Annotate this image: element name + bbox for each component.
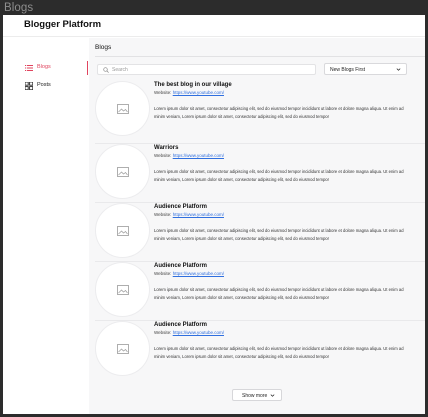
blog-description: Lorem ipsum dolor sit amet, consectetur … — [154, 287, 404, 300]
blog-website: Website: https://www.youtube.com/ — [154, 330, 224, 335]
blog-card[interactable]: Audience Platform Website: https://www.y… — [95, 262, 409, 319]
window-title: Blogs — [4, 2, 34, 14]
website-label: Website: — [154, 153, 172, 158]
top-header: Blogger Platform — [3, 15, 425, 37]
blog-description: Lorem ipsum dolor sit amet, consectetur … — [154, 106, 404, 119]
blog-thumbnail — [95, 203, 150, 258]
chevron-down-icon — [396, 68, 401, 71]
blog-website: Website: https://www.youtube.com/ — [154, 153, 224, 158]
blog-thumbnail — [95, 81, 150, 136]
website-link[interactable]: https://www.youtube.com/ — [173, 153, 224, 158]
brand-title: Blogger Platform — [24, 19, 102, 30]
sidebar-item-blogs[interactable]: Blogs — [3, 61, 88, 75]
website-label: Website: — [154, 212, 172, 217]
grid-icon — [25, 82, 33, 90]
divider — [95, 56, 425, 57]
blog-title[interactable]: Warriors — [154, 145, 178, 151]
blog-description: Lorem ipsum dolor sit amet, consectetur … — [154, 228, 404, 241]
list-icon — [25, 65, 33, 71]
blog-thumbnail — [95, 144, 150, 199]
search-icon — [103, 67, 109, 73]
main-content: Blogs New Blogs First The best blo — [89, 38, 425, 414]
blog-card[interactable]: Audience Platform Website: https://www.y… — [95, 321, 409, 378]
sidebar-item-label: Blogs — [37, 64, 51, 70]
sidebar-item-label: Posts — [37, 82, 51, 88]
sidebar: Blogs Posts — [3, 38, 88, 414]
website-label: Website: — [154, 330, 172, 335]
blog-card[interactable]: Audience Platform Website: https://www.y… — [95, 203, 409, 260]
blog-title[interactable]: Audience Platform — [154, 263, 207, 269]
show-more-button[interactable]: Show more — [232, 389, 282, 401]
show-more-label: Show more — [242, 393, 268, 399]
image-placeholder-icon — [117, 285, 129, 295]
blog-thumbnail — [95, 262, 150, 317]
blog-description: Lorem ipsum dolor sit amet, consectetur … — [154, 346, 404, 359]
blog-thumbnail — [95, 321, 150, 376]
blog-description: Lorem ipsum dolor sit amet, consectetur … — [154, 169, 404, 182]
blog-card[interactable]: Warriors Website: https://www.youtube.co… — [95, 144, 409, 201]
website-link[interactable]: https://www.youtube.com/ — [173, 90, 224, 95]
sort-select[interactable]: New Blogs First — [324, 63, 407, 75]
blog-title[interactable]: Audience Platform — [154, 322, 207, 328]
image-placeholder-icon — [117, 167, 129, 177]
active-indicator — [86, 61, 88, 75]
image-placeholder-icon — [117, 104, 129, 114]
website-label: Website: — [154, 271, 172, 276]
blog-title[interactable]: The best blog in our village — [154, 82, 232, 88]
search-box[interactable] — [97, 64, 316, 75]
blog-website: Website: https://www.youtube.com/ — [154, 212, 224, 217]
website-link[interactable]: https://www.youtube.com/ — [173, 330, 224, 335]
website-link[interactable]: https://www.youtube.com/ — [173, 271, 224, 276]
blog-title[interactable]: Audience Platform — [154, 204, 207, 210]
app-frame: Blogger Platform Blogs Posts Blogs Searc… — [3, 15, 425, 414]
sidebar-item-posts[interactable]: Posts — [3, 79, 88, 93]
image-placeholder-icon — [117, 344, 129, 354]
page-title: Blogs — [95, 44, 112, 51]
sort-select-value: New Blogs First — [330, 67, 366, 73]
chevron-down-icon — [270, 394, 275, 397]
search-input[interactable] — [112, 65, 302, 74]
blog-website: Website: https://www.youtube.com/ — [154, 271, 224, 276]
blog-card[interactable]: The best blog in our village Website: ht… — [95, 81, 409, 138]
image-placeholder-icon — [117, 226, 129, 236]
website-link[interactable]: https://www.youtube.com/ — [173, 212, 224, 217]
blog-website: Website: https://www.youtube.com/ — [154, 90, 224, 95]
website-label: Website: — [154, 90, 172, 95]
